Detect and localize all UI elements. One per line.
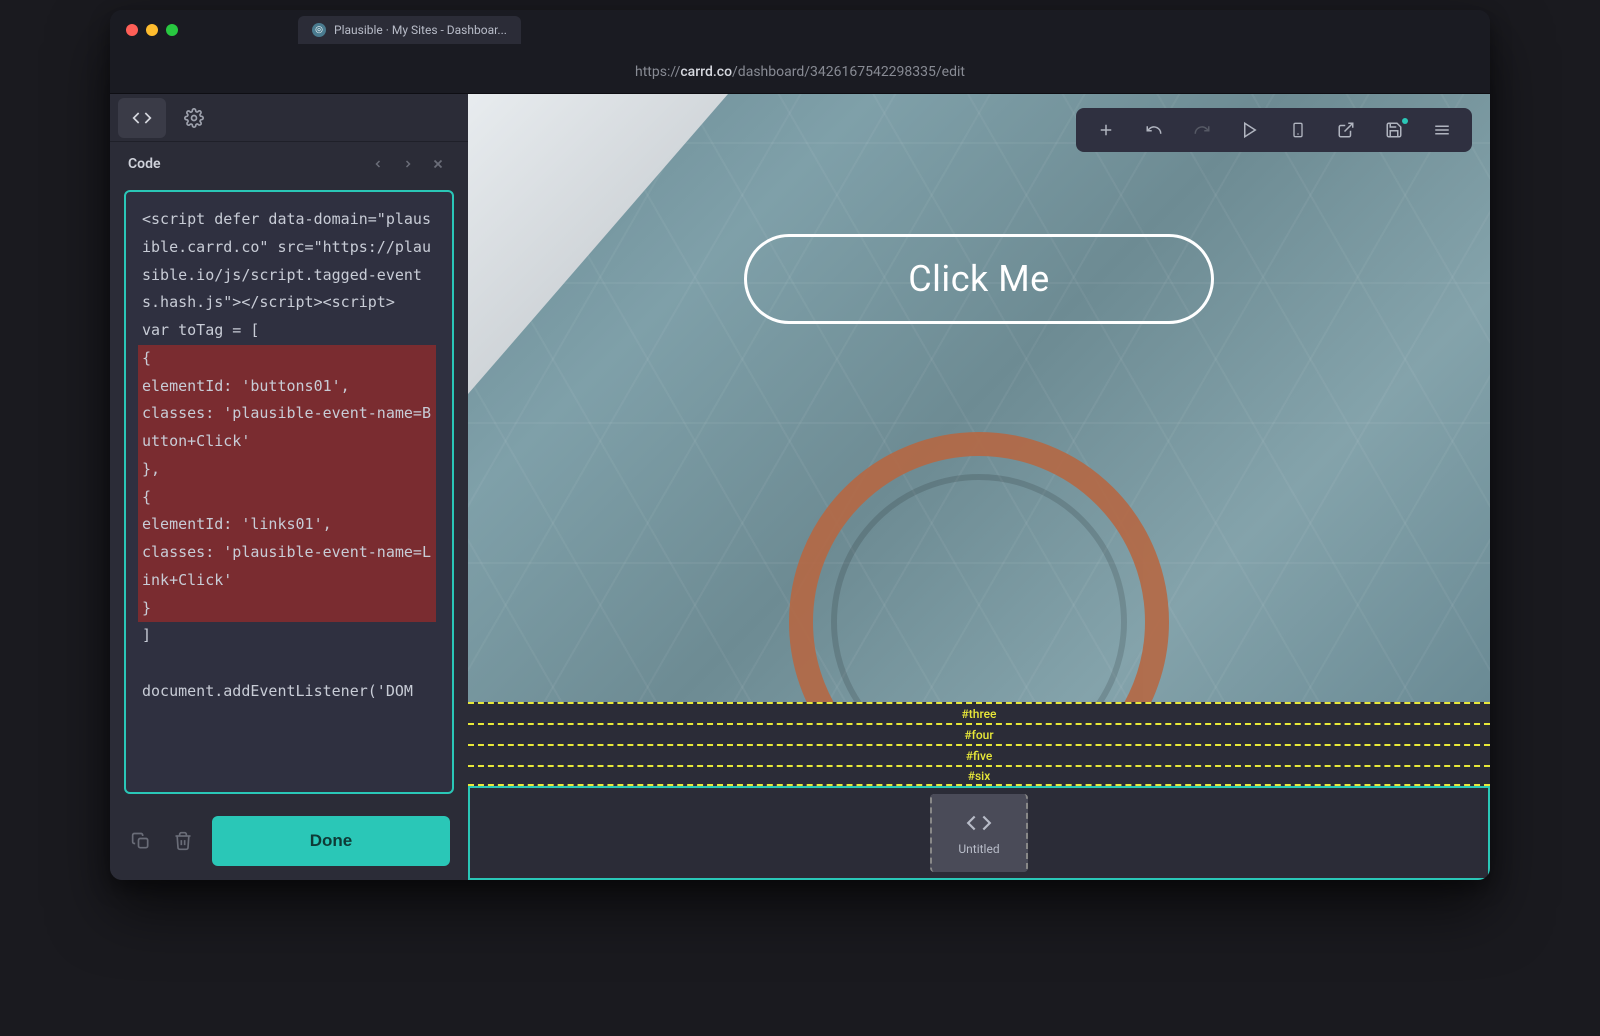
section-anchor[interactable]: #five — [468, 744, 1490, 765]
tab-settings[interactable] — [170, 98, 218, 138]
mobile-icon — [1290, 121, 1306, 139]
sidebar-tabs — [110, 94, 468, 142]
chevron-right-icon — [402, 158, 414, 170]
section-anchor[interactable]: #three — [468, 702, 1490, 723]
undo-icon — [1145, 121, 1163, 139]
code-segment-post: ] document.addEventListener('DOM — [142, 626, 413, 700]
save-button[interactable] — [1370, 108, 1418, 152]
titlebar: ◎ Plausible · My Sites - Dashboar... — [110, 10, 1490, 50]
redo-icon — [1193, 121, 1211, 139]
duplicate-button[interactable] — [128, 828, 154, 854]
save-icon — [1385, 121, 1403, 139]
preview-canvas[interactable]: Click Me — [468, 94, 1490, 702]
copy-icon — [131, 831, 151, 851]
url-text: https://carrd.co/dashboard/3426167542298… — [635, 64, 965, 80]
close-window-icon[interactable] — [126, 24, 138, 36]
gear-icon — [184, 108, 204, 128]
panel-title: Code — [128, 156, 161, 172]
plus-icon — [1097, 121, 1115, 139]
chevron-left-icon — [372, 158, 384, 170]
maximize-window-icon[interactable] — [166, 24, 178, 36]
trash-icon — [173, 831, 193, 851]
sidebar: Code <script defer data-domain="plausibl… — [110, 94, 468, 880]
url-host: carrd.co — [680, 64, 732, 80]
section-list: #three #four #five #six — [468, 702, 1490, 786]
preview-button[interactable] — [1226, 108, 1274, 152]
close-panel-button[interactable] — [426, 152, 450, 176]
click-me-button[interactable]: Click Me — [744, 234, 1214, 324]
code-icon — [132, 108, 152, 128]
sidebar-footer: Done — [110, 802, 468, 880]
share-button[interactable] — [1322, 108, 1370, 152]
section-anchor[interactable]: #six — [468, 765, 1490, 786]
tab-title: Plausible · My Sites - Dashboar... — [334, 23, 507, 37]
code-segment-highlight: { elementId: 'buttons01', classes: 'plau… — [138, 345, 436, 623]
url-protocol: https:// — [635, 64, 680, 80]
content-area: Code <script defer data-domain="plausibl… — [110, 94, 1490, 880]
main-panel: Click Me #three #four #five #six — [468, 94, 1490, 880]
window-controls — [126, 24, 178, 36]
section-anchor[interactable]: #four — [468, 723, 1490, 744]
panel-header: Code — [110, 142, 468, 182]
unsaved-indicator-icon — [1402, 118, 1408, 124]
tab-code[interactable] — [118, 98, 166, 138]
add-button[interactable] — [1082, 108, 1130, 152]
done-button[interactable]: Done — [212, 816, 450, 866]
next-button[interactable] — [396, 152, 420, 176]
panel-nav — [366, 152, 450, 176]
address-bar[interactable]: https://carrd.co/dashboard/3426167542298… — [110, 50, 1490, 94]
embed-label: Untitled — [958, 842, 999, 856]
delete-button[interactable] — [170, 828, 196, 854]
code-editor[interactable]: <script defer data-domain="plausible.car… — [124, 190, 454, 794]
app-window: ◎ Plausible · My Sites - Dashboar... htt… — [110, 10, 1490, 880]
browser-tab[interactable]: ◎ Plausible · My Sites - Dashboar... — [298, 16, 521, 44]
close-icon — [431, 157, 445, 171]
device-button[interactable] — [1274, 108, 1322, 152]
url-path: /dashboard/3426167542298335/edit — [732, 64, 965, 80]
undo-button[interactable] — [1130, 108, 1178, 152]
play-icon — [1241, 121, 1259, 139]
code-segment-pre: <script defer data-domain="plausible.car… — [142, 210, 431, 339]
redo-button[interactable] — [1178, 108, 1226, 152]
code-icon — [966, 810, 992, 836]
menu-icon — [1433, 121, 1451, 139]
prev-button[interactable] — [366, 152, 390, 176]
embed-bar: Untitled — [468, 786, 1490, 880]
menu-button[interactable] — [1418, 108, 1466, 152]
editor-toolbar — [1076, 108, 1472, 152]
minimize-window-icon[interactable] — [146, 24, 158, 36]
embed-element[interactable]: Untitled — [930, 794, 1028, 872]
tab-favicon-icon: ◎ — [312, 23, 326, 37]
external-link-icon — [1337, 121, 1355, 139]
